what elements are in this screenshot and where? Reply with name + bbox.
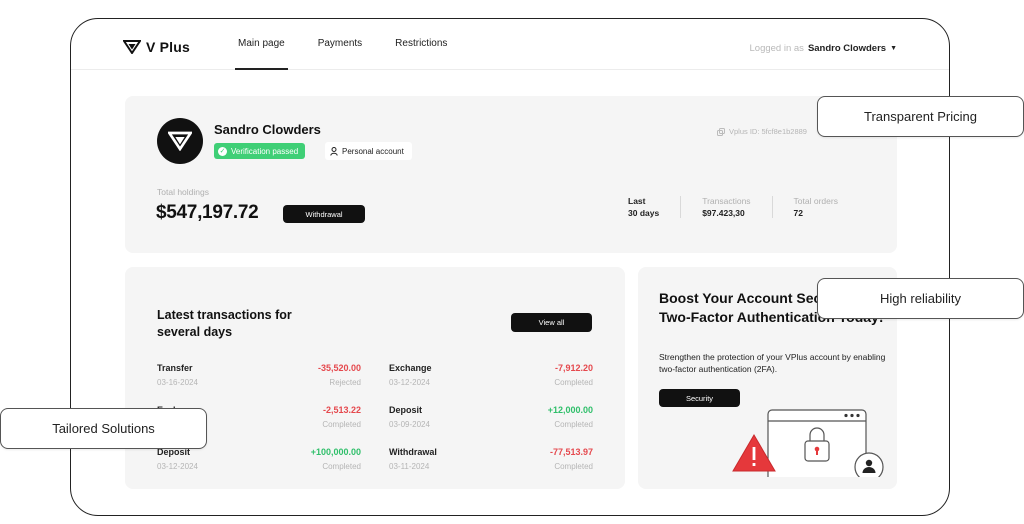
stat-transactions: Transactions $97.423,30 bbox=[680, 196, 771, 218]
avatar bbox=[157, 118, 203, 164]
callout-transparent-pricing: Transparent Pricing bbox=[817, 96, 1024, 137]
transaction-amount: +100,000.00 bbox=[310, 447, 361, 457]
stat-transactions-value: $97.423,30 bbox=[702, 208, 745, 218]
transactions-card: Latest transactions for several days Vie… bbox=[125, 267, 625, 489]
transactions-column-right: Exchange 03-12-2024 -7,912.20 Completed … bbox=[389, 363, 593, 489]
transaction-row[interactable]: Deposit 03-12-2024 +100,000.00 Completed bbox=[157, 447, 361, 489]
user-icon bbox=[330, 146, 338, 156]
top-navigation: V Plus Main page Payments Restrictions L… bbox=[71, 19, 949, 70]
nav-payments[interactable]: Payments bbox=[315, 19, 365, 70]
account-type-label: Personal account bbox=[342, 146, 404, 156]
profile-name: Sandro Clowders bbox=[214, 122, 321, 137]
transaction-date: 03-09-2024 bbox=[389, 420, 430, 429]
stat-orders-value: 72 bbox=[793, 208, 804, 218]
transaction-amount: +12,000.00 bbox=[547, 405, 593, 415]
vplus-logo-icon bbox=[123, 40, 141, 54]
logged-in-user: Sandro Clowders bbox=[807, 43, 887, 54]
holdings-label: Total holdings bbox=[157, 187, 209, 197]
logged-in-label: Logged in as bbox=[749, 43, 804, 54]
transaction-row[interactable]: Transfer 03-16-2024 -35,520.00 Rejected bbox=[157, 363, 361, 405]
vplus-id-text: Vplus ID: 5fcf8e1b2889 bbox=[729, 127, 807, 136]
main-nav: Main page Payments Restrictions bbox=[235, 19, 477, 70]
transaction-amount: -7,912.20 bbox=[554, 363, 593, 373]
link-icon bbox=[717, 127, 725, 136]
transaction-status: Rejected bbox=[329, 378, 361, 387]
transaction-type: Deposit bbox=[389, 405, 423, 415]
account-stats: Last 30 days Transactions $97.423,30 Tot… bbox=[628, 196, 859, 218]
stat-period-value: 30 days bbox=[628, 208, 660, 218]
callout-tailored-solutions: Tailored Solutions bbox=[0, 408, 207, 449]
view-all-button[interactable]: View all bbox=[511, 313, 592, 332]
verification-label: Verification passed bbox=[231, 146, 299, 156]
transaction-type: Transfer bbox=[157, 363, 193, 373]
transaction-status: Completed bbox=[554, 420, 593, 429]
caret-down-icon: ▼ bbox=[890, 45, 897, 52]
transaction-status: Completed bbox=[322, 462, 361, 471]
transaction-amount: -35,520.00 bbox=[317, 363, 361, 373]
transaction-row[interactable]: Withdrawal 03-11-2024 -77,513.97 Complet… bbox=[389, 447, 593, 489]
stat-period-label: Last bbox=[628, 196, 646, 206]
transaction-status: Completed bbox=[322, 420, 361, 429]
withdrawal-button[interactable]: Withdrawal bbox=[283, 205, 365, 223]
transaction-row[interactable]: Deposit 03-09-2024 +12,000.00 Completed bbox=[389, 405, 593, 447]
profile-card: Sandro Clowders ✓ Verification passed Pe… bbox=[125, 96, 897, 253]
check-icon: ✓ bbox=[218, 146, 227, 156]
brand-name: V Plus bbox=[146, 39, 190, 55]
transaction-status: Completed bbox=[554, 378, 593, 387]
user-menu[interactable]: Logged in as Sandro Clowders ▼ bbox=[750, 43, 897, 54]
transaction-amount: -77,513.97 bbox=[549, 447, 593, 457]
brand-logo[interactable]: V Plus bbox=[123, 39, 190, 55]
stat-period[interactable]: Last 30 days bbox=[628, 196, 680, 218]
holdings-value: $547,197.72 bbox=[156, 202, 259, 223]
stat-orders: Total orders 72 bbox=[771, 196, 859, 218]
vplus-id[interactable]: Vplus ID: 5fcf8e1b2889 bbox=[717, 127, 807, 136]
verification-badge: ✓ Verification passed bbox=[214, 143, 306, 159]
transaction-date: 03-11-2024 bbox=[389, 462, 430, 471]
account-type-badge: Personal account bbox=[325, 142, 412, 160]
vplus-logo-icon bbox=[168, 131, 192, 151]
nav-restrictions[interactable]: Restrictions bbox=[392, 19, 450, 70]
nav-main-page[interactable]: Main page bbox=[235, 19, 288, 70]
stat-orders-label: Total orders bbox=[793, 196, 838, 206]
transaction-status: Completed bbox=[554, 462, 593, 471]
transaction-date: 03-16-2024 bbox=[157, 378, 198, 387]
transaction-date: 03-12-2024 bbox=[389, 378, 430, 387]
transactions-title: Latest transactions for several days bbox=[157, 308, 292, 339]
transaction-type: Exchange bbox=[389, 363, 432, 373]
callout-high-reliability: High reliability bbox=[817, 278, 1024, 319]
transaction-type: Withdrawal bbox=[389, 447, 437, 457]
transaction-row[interactable]: Exchange 03-12-2024 -7,912.20 Completed bbox=[389, 363, 593, 405]
security-button[interactable]: Security bbox=[659, 389, 740, 407]
stat-transactions-label: Transactions bbox=[702, 196, 751, 206]
transaction-amount: -2,513.22 bbox=[322, 405, 361, 415]
security-illustration bbox=[732, 409, 884, 477]
promo-description: Strengthen the protection of your VPlus … bbox=[659, 352, 886, 374]
transaction-date: 03-12-2024 bbox=[157, 462, 198, 471]
